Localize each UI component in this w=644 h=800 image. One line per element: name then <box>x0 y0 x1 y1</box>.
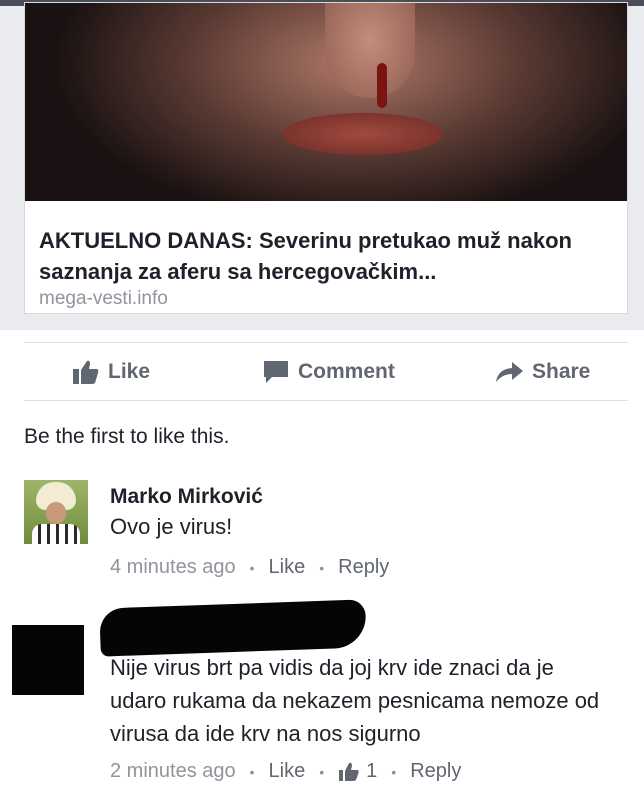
action-bar: Like Comment Share <box>0 342 644 400</box>
comment-button[interactable]: Comment <box>262 358 395 386</box>
preview-image[interactable] <box>25 3 627 201</box>
comment-like-link[interactable]: Like <box>269 556 306 579</box>
share-arrow-icon <box>496 362 523 382</box>
comment-label: Comment <box>298 360 395 383</box>
separator-dot: • <box>319 559 325 576</box>
reaction-count[interactable]: 1 <box>338 760 377 783</box>
thumbs-up-icon <box>339 762 359 781</box>
comment-meta: 2 minutes ago • Like • 1 • Reply <box>110 760 461 783</box>
preview-image-blood <box>377 63 387 108</box>
separator-dot: • <box>319 763 325 780</box>
divider-bottom <box>24 400 628 401</box>
link-preview-card[interactable]: AKTUELNO DANAS: Severinu pretukao muž na… <box>24 2 628 314</box>
link-domain: mega-vesti.info <box>39 288 168 309</box>
avatar-redacted[interactable] <box>12 625 84 695</box>
comment-time[interactable]: 4 minutes ago <box>110 556 236 579</box>
comment-meta: 4 minutes ago • Like • Reply <box>110 556 389 579</box>
like-button[interactable]: Like <box>72 358 150 386</box>
comment-author[interactable]: Marko Mirković <box>110 485 263 509</box>
comment-like-link[interactable]: Like <box>269 760 306 783</box>
speech-bubble-icon <box>264 361 288 383</box>
avatar[interactable] <box>24 480 88 544</box>
redacted-author-name <box>99 599 367 657</box>
separator-dot: • <box>391 763 397 780</box>
share-label: Share <box>532 360 591 383</box>
comment-reply-link[interactable]: Reply <box>338 556 389 579</box>
separator-dot: • <box>249 559 255 576</box>
likes-summary[interactable]: Be the first to like this. <box>24 425 229 449</box>
share-button[interactable]: Share <box>494 358 590 386</box>
comment-text: Nije virus brt pa vidis da joj krv ide z… <box>110 655 600 746</box>
link-title[interactable]: AKTUELNO DANAS: Severinu pretukao muž na… <box>39 225 619 287</box>
preview-image-nose <box>325 3 415 98</box>
comment-text: Ovo je virus! <box>110 514 233 539</box>
preview-image-mouth <box>283 113 443 155</box>
comment-time[interactable]: 2 minutes ago <box>110 760 236 783</box>
avatar-shirt <box>32 524 80 544</box>
avatar-face <box>46 502 66 524</box>
reaction-count-value: 1 <box>366 760 378 782</box>
separator-dot: • <box>249 763 255 780</box>
comment-reply-link[interactable]: Reply <box>410 760 461 783</box>
like-label: Like <box>108 360 151 383</box>
thumbs-up-icon <box>73 360 99 384</box>
